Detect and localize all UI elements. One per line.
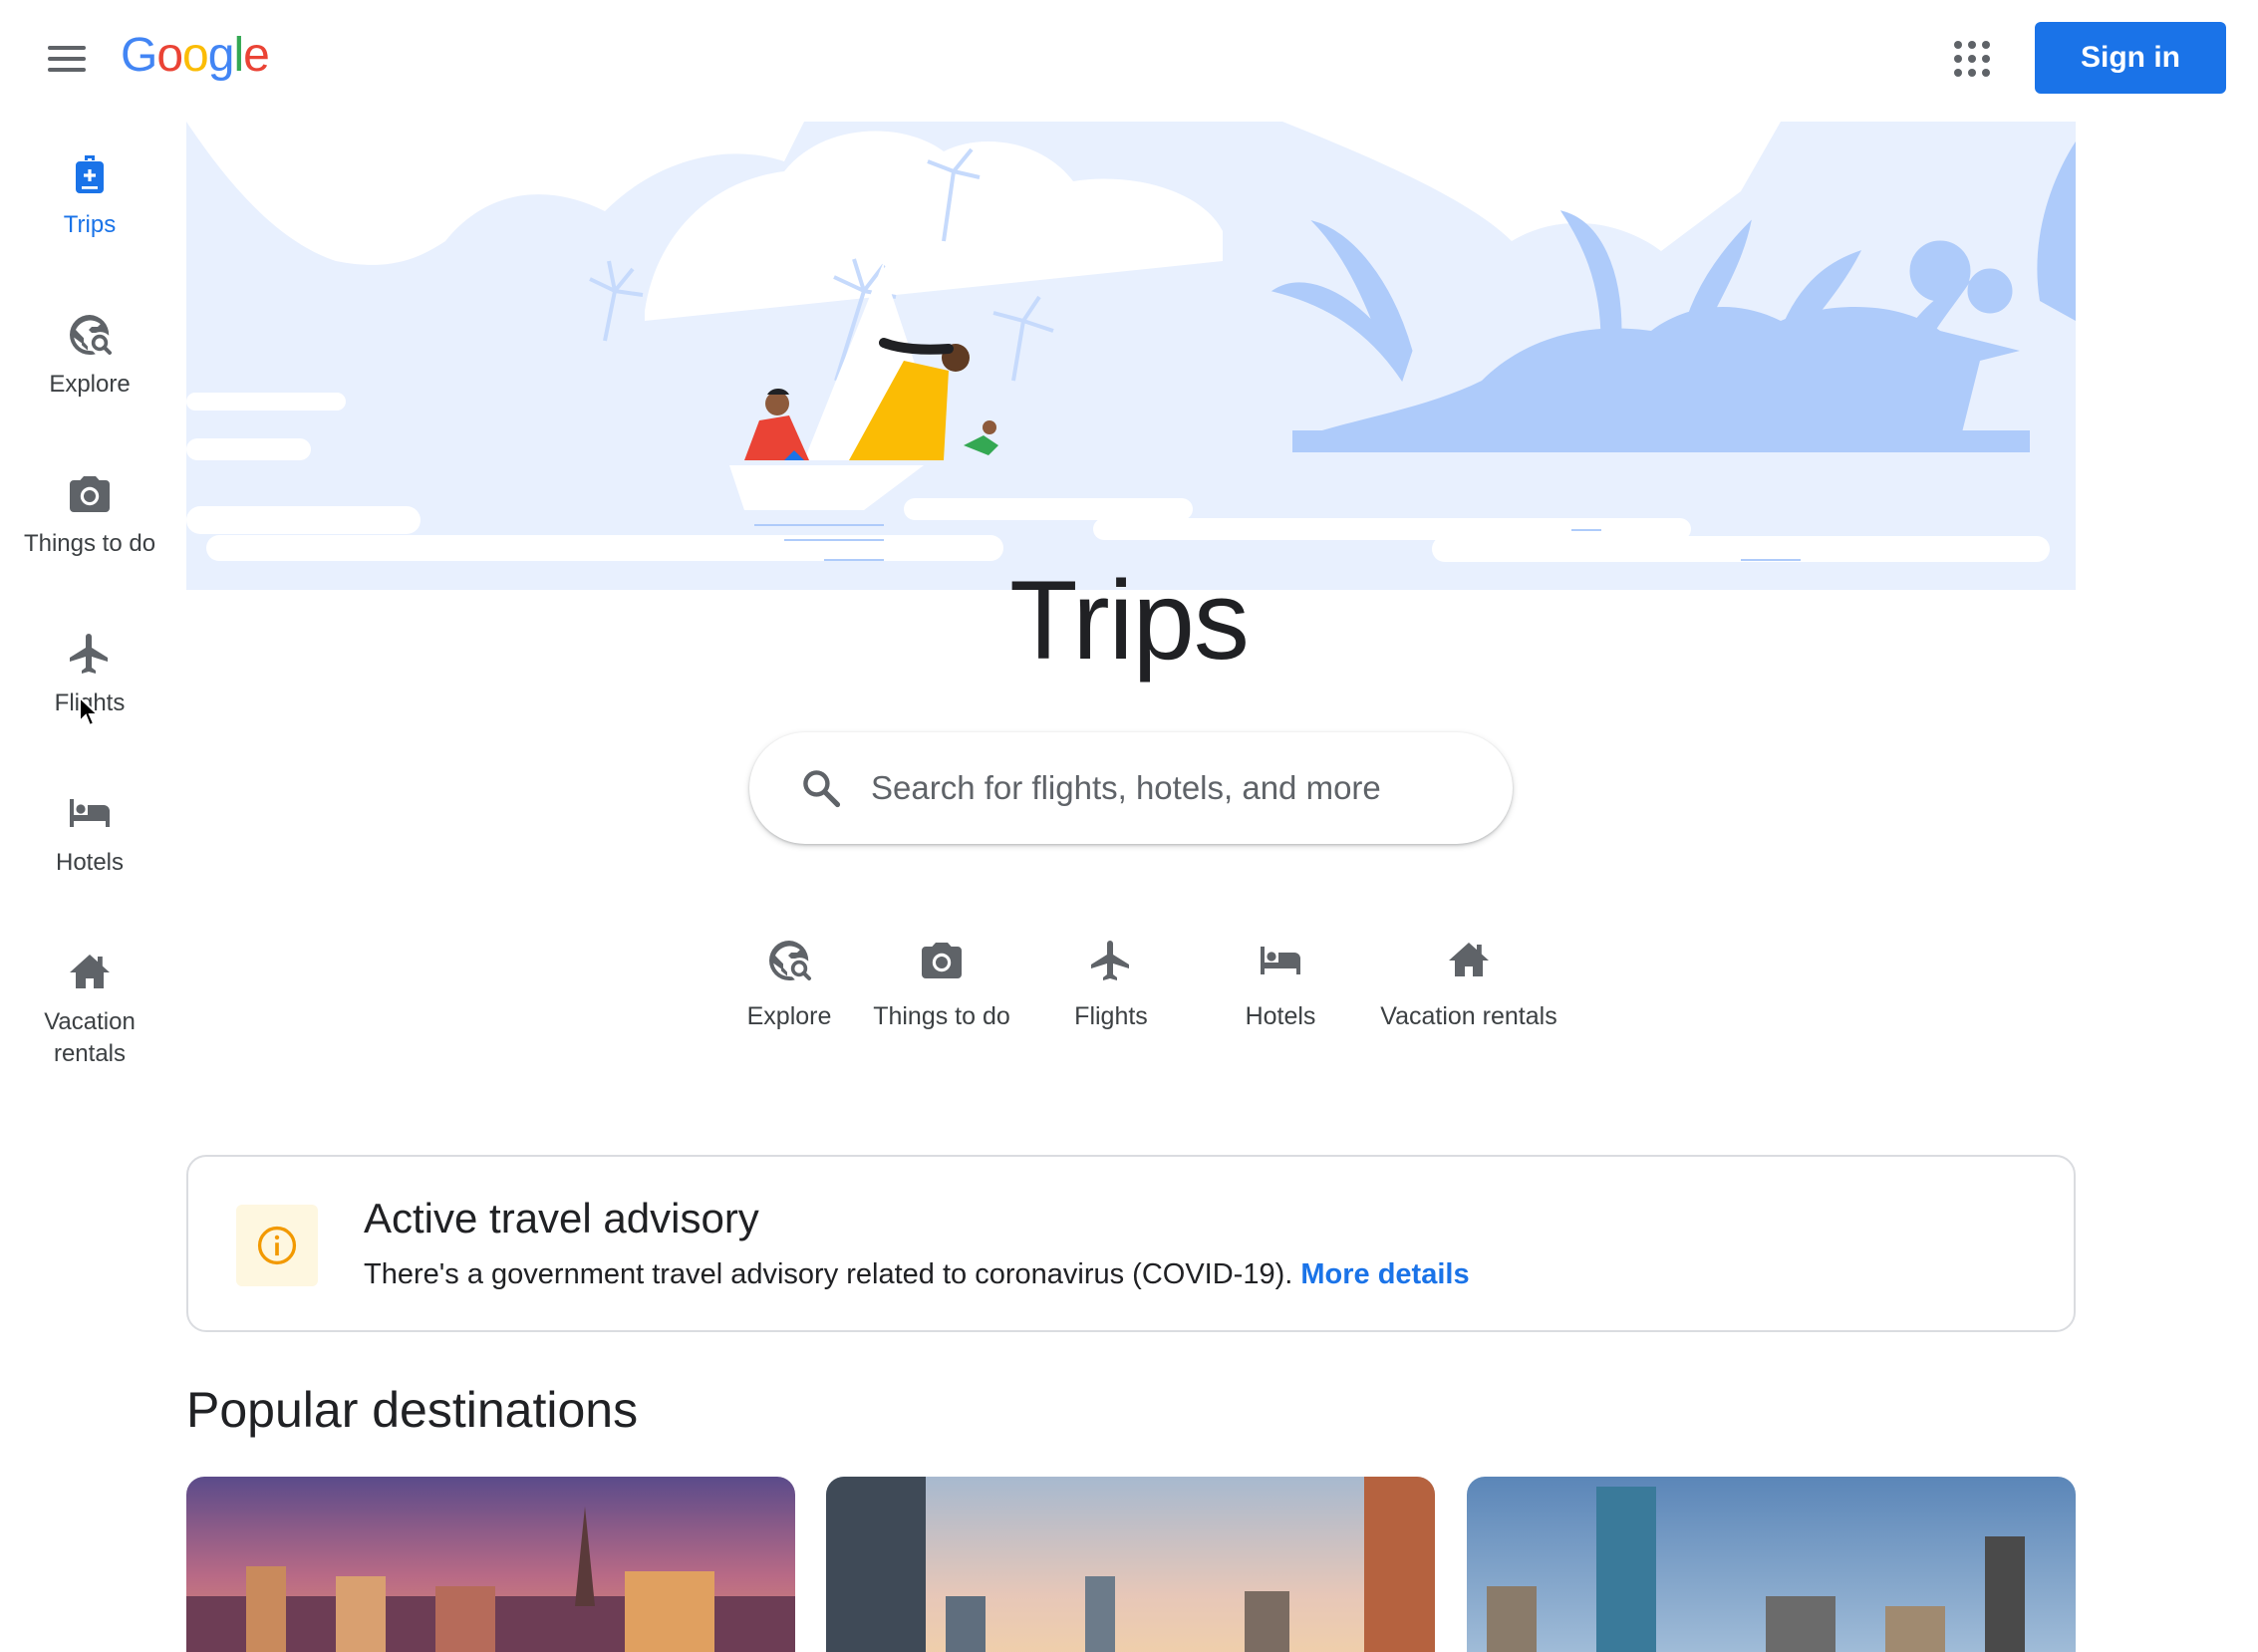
- quick-link-flights[interactable]: Flights: [1061, 937, 1161, 1031]
- info-icon: [257, 1226, 297, 1265]
- airplane-icon: [1091, 941, 1129, 980]
- house-icon: [1449, 943, 1489, 976]
- google-logo[interactable]: Google: [121, 28, 270, 83]
- quick-link-things-to-do[interactable]: Things to do: [867, 937, 1016, 1031]
- popular-destinations-heading: Popular destinations: [186, 1382, 639, 1438]
- sign-in-button[interactable]: Sign in: [2035, 22, 2226, 94]
- mouse-cursor-icon: [79, 695, 100, 727]
- quick-link-explore[interactable]: Explore: [729, 937, 849, 1031]
- trips-luggage-icon: [76, 155, 104, 193]
- camera-icon: [922, 943, 962, 978]
- top-app-bar: Google Sign in: [0, 0, 2258, 118]
- sidebar-item-label: Trips: [63, 211, 117, 238]
- quick-link-label: Hotels: [1245, 1002, 1316, 1030]
- search-box[interactable]: [749, 732, 1513, 844]
- sidebar-item-things-to-do[interactable]: Things to do: [0, 470, 179, 560]
- destination-card[interactable]: [1467, 1477, 2076, 1652]
- quick-link-label: Explore: [746, 1002, 832, 1030]
- sidebar-item-label: Hotels: [55, 849, 125, 876]
- search-icon: [803, 770, 841, 808]
- hamburger-menu-icon[interactable]: [40, 32, 92, 84]
- quick-link-label: Things to do: [873, 1002, 1010, 1030]
- search-input[interactable]: [871, 769, 1469, 807]
- bed-icon: [70, 799, 110, 827]
- city-skyline-sunset-photo: [826, 1477, 1435, 1652]
- explore-globe-icon: [70, 315, 112, 355]
- sidebar-item-label: Explore: [49, 371, 131, 398]
- destination-card[interactable]: [826, 1477, 1435, 1652]
- quick-link-label: Vacation rentals: [1380, 1002, 1557, 1030]
- quick-link-vacation-rentals[interactable]: Vacation rentals: [1369, 937, 1568, 1031]
- destination-card[interactable]: [186, 1477, 795, 1652]
- advisory-icon-box: [236, 1205, 318, 1286]
- quick-link-hotels[interactable]: Hotels: [1231, 937, 1330, 1031]
- sidebar-item-hotels[interactable]: Hotels: [0, 789, 179, 879]
- boston-skyline-photo: [1467, 1477, 2076, 1652]
- quick-link-label: Flights: [1074, 1002, 1148, 1030]
- advisory-title: Active travel advisory: [364, 1195, 759, 1241]
- camera-icon: [70, 476, 110, 512]
- sidebar-item-explore[interactable]: Explore: [0, 311, 179, 401]
- more-details-link[interactable]: More details: [1300, 1258, 1469, 1290]
- las-vegas-skyline-photo: [186, 1477, 795, 1652]
- explore-globe-icon: [769, 941, 811, 980]
- apps-grid-icon[interactable]: [1951, 38, 1993, 80]
- sidebar-item-trips[interactable]: Trips: [0, 151, 179, 241]
- page-title: Trips: [1009, 558, 1250, 683]
- travel-advisory-card: Active travel advisory There's a governm…: [186, 1155, 2076, 1332]
- hero-illustration: [186, 122, 2076, 600]
- bed-icon: [1261, 947, 1300, 974]
- advisory-text: There's a government travel advisory rel…: [364, 1258, 1470, 1290]
- quick-links: Explore Things to do Flights Hotels Vaca…: [0, 937, 2258, 1056]
